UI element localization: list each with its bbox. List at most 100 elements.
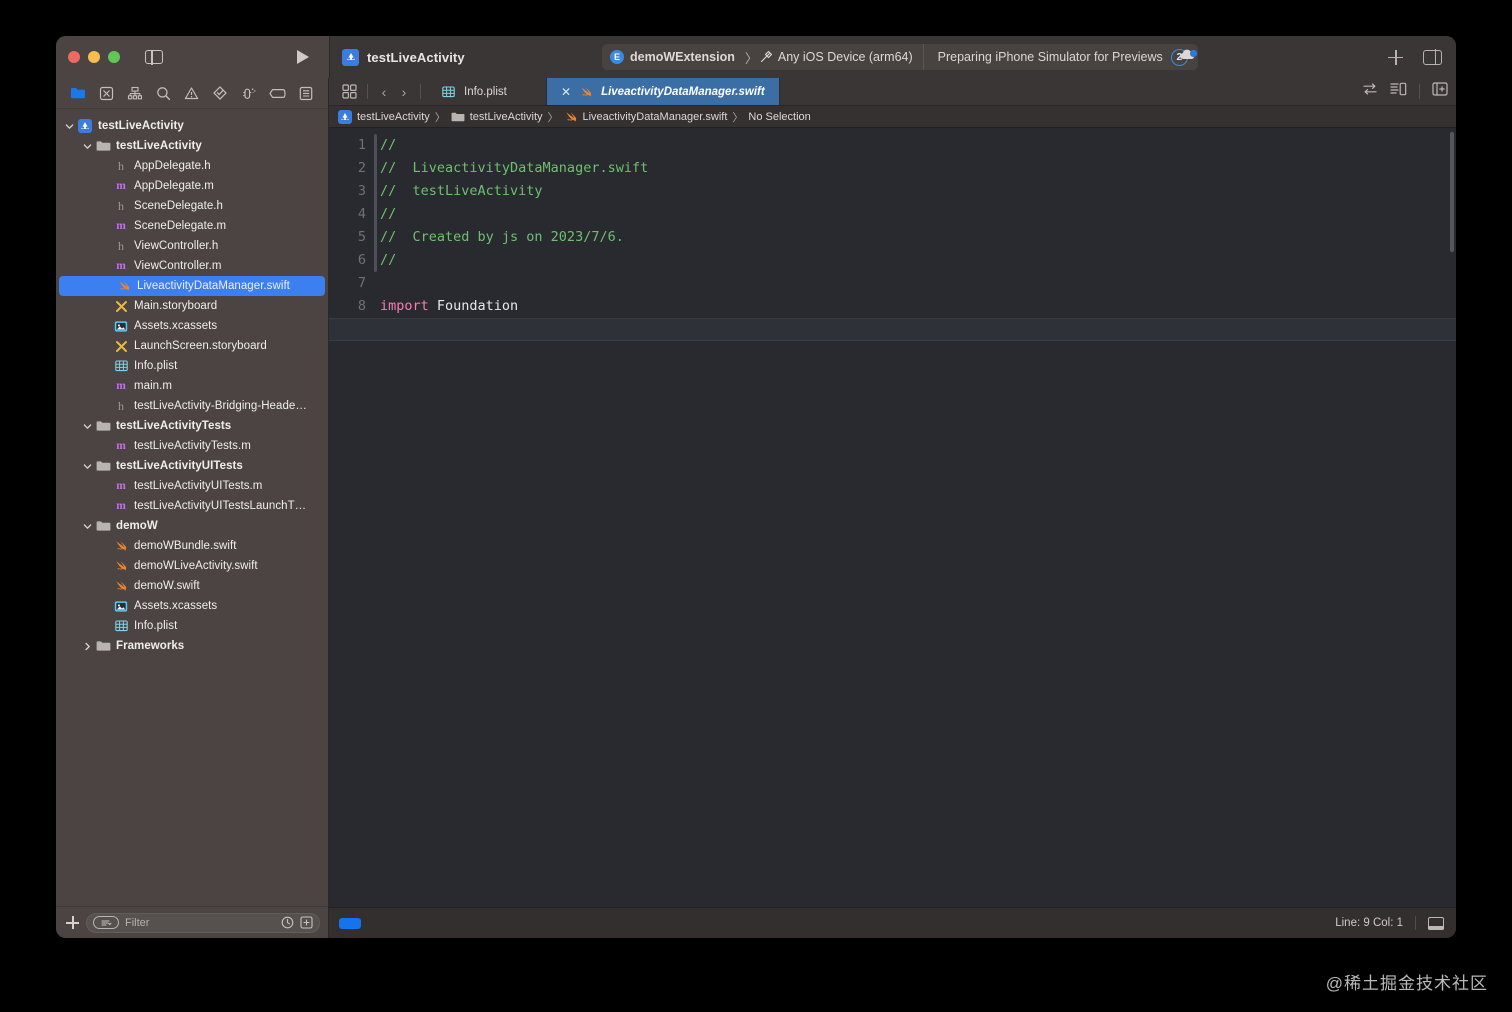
tree-row-selected[interactable]: LiveactivityDataManager.swift: [59, 276, 325, 296]
tree-row[interactable]: h AppDelegate.h: [56, 156, 328, 176]
code-line[interactable]: // LiveactivityDataManager.swift: [380, 157, 1456, 180]
run-button-icon[interactable]: [297, 50, 309, 64]
scheme-selector[interactable]: E demoWExtension: [602, 44, 744, 70]
tree-row[interactable]: demoW: [56, 516, 328, 536]
breadcrumb-label: testLiveActivity: [357, 110, 430, 123]
code-content[interactable]: 123456789 //// LiveactivityDataManager.s…: [329, 128, 1456, 341]
toolbar-status-cluster: E demoWExtension 〉 Any iOS Device (arm64…: [602, 44, 1198, 70]
code-line[interactable]: // Created by js on 2023/7/6.: [380, 226, 1456, 249]
chevron-down-icon[interactable]: [80, 522, 94, 531]
tree-row[interactable]: testLiveActivity: [56, 136, 328, 156]
tree-row[interactable]: testLiveActivityUITests: [56, 456, 328, 476]
tree-row[interactable]: testLiveActivityTests: [56, 416, 328, 436]
navigate-forward-icon[interactable]: ›: [394, 84, 414, 100]
breadcrumb-item[interactable]: testLiveActivity: [451, 111, 543, 123]
breadcrumb-item[interactable]: No Selection: [748, 111, 810, 123]
expand-all-icon[interactable]: [300, 916, 313, 929]
tree-row[interactable]: h testLiveActivity-Bridging-Heade…: [56, 396, 328, 416]
editor-tabs[interactable]: Info.plist ✕ LiveactivityDataManager.swift: [427, 78, 780, 105]
debug-navigator-icon[interactable]: [240, 85, 257, 102]
breadcrumb-item[interactable]: LiveactivityDataManager.swift: [564, 110, 727, 124]
toggle-navigator-icon[interactable]: [145, 49, 163, 65]
minimap-icon[interactable]: [1390, 82, 1407, 101]
storyboard-file-icon: [112, 340, 130, 353]
breakpoint-navigator-icon[interactable]: [269, 85, 286, 102]
filter-options-icon[interactable]: [93, 916, 119, 929]
tree-row[interactable]: m testLiveActivityUITests.m: [56, 476, 328, 496]
add-file-icon[interactable]: [66, 916, 79, 929]
editor-breadcrumb[interactable]: testLiveActivity 〉 testLiveActivity 〉 Liveac…: [329, 106, 1456, 128]
tree-row[interactable]: Main.storyboard: [56, 296, 328, 316]
filter-input[interactable]: Filter: [86, 912, 320, 933]
status-indicator-pill[interactable]: [339, 917, 361, 929]
add-icon[interactable]: [1388, 49, 1403, 65]
source-control-navigator-icon[interactable]: [98, 85, 115, 102]
editor-tab[interactable]: Info.plist: [427, 78, 547, 105]
project-file-tree[interactable]: testLiveActivity testLiveActivity h AppDele…: [56, 109, 328, 906]
code-lines[interactable]: // // LiveactivityDataManager.swift // tes…: [380, 128, 1456, 341]
tree-row[interactable]: LaunchScreen.storyboard: [56, 336, 328, 356]
tree-row-label: SceneDelegate.m: [134, 220, 227, 232]
objc-file-icon: m: [116, 500, 126, 512]
editor-tab-active[interactable]: ✕ LiveactivityDataManager.swift: [547, 78, 780, 105]
adjust-editor-icon[interactable]: [1362, 82, 1378, 101]
find-navigator-icon[interactable]: [155, 85, 172, 102]
chevron-down-icon[interactable]: [62, 122, 76, 131]
tree-row[interactable]: m ViewController.m: [56, 256, 328, 276]
navigate-back-icon[interactable]: ‹: [374, 84, 394, 100]
code-editor[interactable]: 123456789 //// LiveactivityDataManager.s…: [329, 128, 1456, 907]
tree-row[interactable]: m testLiveActivityTests.m: [56, 436, 328, 456]
tabbar-divider-2: [420, 84, 421, 99]
tree-row[interactable]: Frameworks: [56, 636, 328, 656]
breadcrumb-item[interactable]: testLiveActivity: [338, 109, 430, 124]
report-navigator-icon[interactable]: [297, 85, 314, 102]
tree-row[interactable]: m SceneDelegate.m: [56, 216, 328, 236]
code-token: //: [380, 252, 397, 268]
tree-row[interactable]: Assets.xcassets: [56, 596, 328, 616]
code-line[interactable]: // testLiveActivity: [380, 180, 1456, 203]
close-tab-icon[interactable]: ✕: [561, 85, 571, 99]
code-line[interactable]: //: [380, 134, 1456, 157]
tree-row[interactable]: m main.m: [56, 376, 328, 396]
toggle-inspector-icon[interactable]: [1423, 49, 1442, 65]
chevron-down-icon[interactable]: [80, 462, 94, 471]
tree-row[interactable]: Assets.xcassets: [56, 316, 328, 336]
show-debug-area-icon[interactable]: [1427, 916, 1445, 930]
tab-overview-icon[interactable]: [337, 84, 361, 99]
code-line[interactable]: //: [380, 203, 1456, 226]
tree-row[interactable]: demoWLiveActivity.swift: [56, 556, 328, 576]
zoom-window-button[interactable]: [108, 51, 120, 63]
activity-status-area[interactable]: Preparing iPhone Simulator for Previews …: [922, 44, 1198, 70]
tree-row[interactable]: h ViewController.h: [56, 236, 328, 256]
tree-row[interactable]: m AppDelegate.m: [56, 176, 328, 196]
add-editor-icon[interactable]: [1432, 82, 1448, 101]
minimize-window-button[interactable]: [88, 51, 100, 63]
line-number: 8: [357, 298, 366, 314]
issue-navigator-icon[interactable]: [183, 85, 200, 102]
destination-selector[interactable]: Any iOS Device (arm64): [759, 50, 923, 64]
code-line[interactable]: [380, 272, 1456, 295]
project-navigator-icon[interactable]: [70, 85, 87, 102]
clock-icon[interactable]: [281, 916, 294, 929]
code-line[interactable]: import Foundation: [380, 295, 1456, 318]
symbol-navigator-icon[interactable]: [127, 85, 144, 102]
line-number-gutter: 123456789: [329, 128, 374, 341]
tree-row[interactable]: demoWBundle.swift: [56, 536, 328, 556]
test-navigator-icon[interactable]: [212, 85, 229, 102]
tree-row[interactable]: m testLiveActivityUITestsLaunchT…: [56, 496, 328, 516]
line-number: 5: [357, 229, 366, 245]
code-token: Foundation: [436, 298, 519, 314]
chevron-down-icon[interactable]: [80, 422, 94, 431]
tree-row[interactable]: Info.plist: [56, 356, 328, 376]
editor-scrollbar[interactable]: [1450, 132, 1454, 252]
chevron-down-icon[interactable]: [80, 142, 94, 151]
tree-row[interactable]: Info.plist: [56, 616, 328, 636]
close-window-button[interactable]: [68, 51, 80, 63]
tree-row[interactable]: testLiveActivity: [56, 116, 328, 136]
tree-row[interactable]: h SceneDelegate.h: [56, 196, 328, 216]
chevron-right-icon[interactable]: [80, 642, 94, 651]
tree-row[interactable]: demoW.swift: [56, 576, 328, 596]
code-line[interactable]: //: [380, 249, 1456, 272]
cloud-status-icon[interactable]: [1178, 47, 1200, 68]
fold-bar[interactable]: [374, 134, 377, 272]
